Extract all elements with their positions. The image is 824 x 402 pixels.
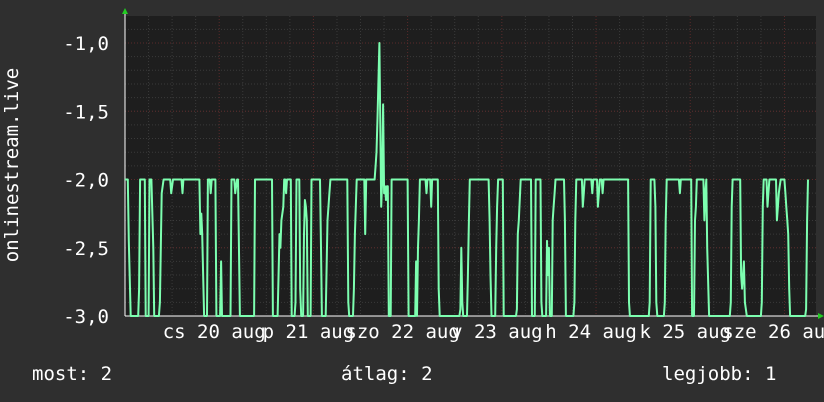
stat-current: most: 2	[32, 363, 113, 385]
x-axis-arrow-icon	[818, 313, 824, 319]
chart-panel: { "chart_data": { "type": "line", "ylabe…	[0, 0, 824, 402]
x-tick-label: p 21 aug	[263, 321, 355, 343]
line-chart: -1,0 -1,5 -2,0 -2,5 -3,0 cs 20 augp 21 augszo…	[63, 8, 824, 343]
x-tick-label: k 25 aug	[639, 321, 731, 343]
x-tick-label: v 23 aug	[451, 321, 543, 343]
stat-average: átlag: 2	[341, 363, 433, 385]
x-tick-label: cs 20 aug	[163, 321, 266, 343]
y-axis-label: onlinestream.live	[1, 67, 23, 263]
x-tick-label: szo 22 aug	[345, 321, 459, 343]
stat-best: legjobb: 1	[662, 363, 777, 385]
y-axis-arrow-icon	[122, 8, 128, 14]
x-tick-label: h 24 aug	[545, 321, 637, 343]
y-tick-label: -1,0	[63, 33, 109, 55]
x-tick-label: sze 26 aug	[722, 321, 824, 343]
y-tick-label: -2,0	[63, 170, 109, 192]
y-tick-label: -1,5	[63, 101, 109, 123]
y-tick-label: -3,0	[63, 306, 109, 328]
y-tick-label: -2,5	[63, 238, 109, 260]
